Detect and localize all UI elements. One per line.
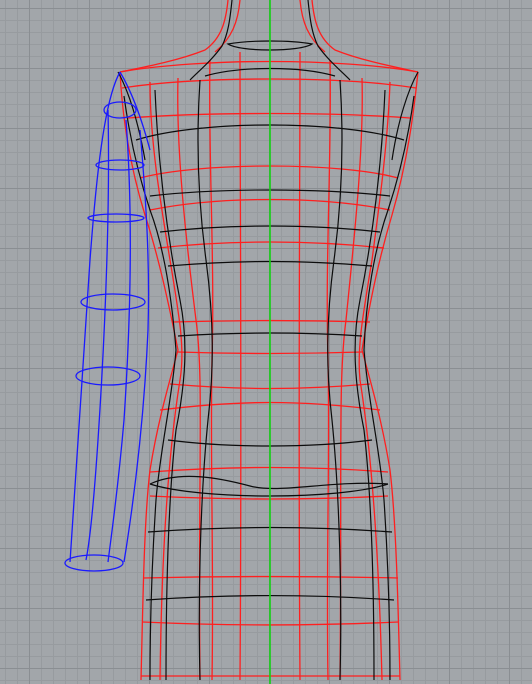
- isocurve-neck-right: [307, 0, 351, 81]
- underbust-section: [157, 241, 385, 249]
- torso-left-vertical-4: [239, 51, 242, 681]
- isocurve-hip-back: [149, 483, 389, 497]
- neck-left-outline: [119, 0, 229, 73]
- sleeve-mid-line-2: [107, 119, 131, 563]
- isocurve-hip-front: [149, 475, 389, 490]
- sleeve-cap-curve: [119, 71, 151, 151]
- torso-right-vertical-4: [298, 51, 301, 681]
- chest-section: [127, 112, 411, 119]
- sleeve-cuff-ring: [64, 554, 124, 572]
- sleeve-ring-3: [80, 293, 146, 311]
- waist-section-1: [171, 319, 371, 323]
- sleeve-ring-4: [75, 366, 141, 386]
- shoulder-section-2: [121, 78, 417, 89]
- isocurve-neck-left: [189, 0, 233, 81]
- wireframe-scene[interactable]: [0, 0, 532, 684]
- torso-left-vertical-1: [149, 81, 183, 681]
- sleeve-wireframe[interactable]: [64, 71, 151, 572]
- sleeve-ring-2: [87, 213, 145, 223]
- isocurve-right-1: [363, 95, 415, 681]
- torso-right-silhouette: [361, 71, 419, 681]
- neck-right-outline: [311, 0, 419, 73]
- sleeve-cap-ring: [103, 101, 137, 119]
- modeling-viewport[interactable]: [0, 0, 532, 684]
- hip-section-2: [149, 466, 389, 473]
